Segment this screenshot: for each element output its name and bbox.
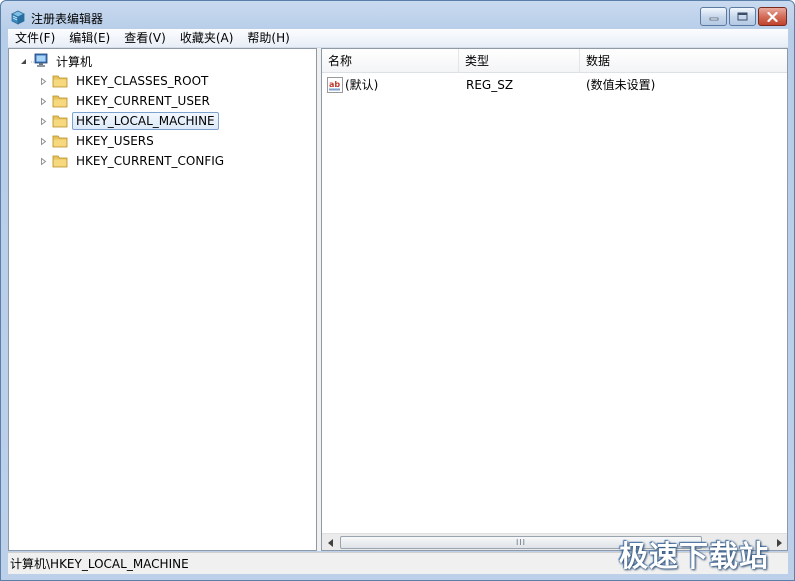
scroll-left-button[interactable]	[322, 534, 339, 550]
tree-node-hkey-current-user[interactable]: HKEY_CURRENT_USER	[39, 92, 214, 110]
registry-tree[interactable]: 计算机 HKEY_CLASSES_ROOT HKEY_CURRENT_USER …	[8, 48, 317, 551]
folder-icon	[52, 155, 68, 168]
registry-editor-window: 注册表编辑器 文件(F) 编辑(E) 查看(V) 收藏夹(A) 帮助(H) 计算…	[0, 0, 795, 581]
maximize-button[interactable]	[729, 7, 756, 26]
tree-node-hkey-local-machine[interactable]: HKEY_LOCAL_MACHINE	[39, 112, 219, 130]
maximize-icon	[737, 12, 748, 21]
collapsed-arrow-icon[interactable]	[39, 77, 48, 86]
tree-node-label-selected: HKEY_LOCAL_MACHINE	[72, 112, 219, 130]
regedit-cube-icon	[11, 10, 25, 25]
folder-icon	[52, 115, 68, 128]
svg-text:ab: ab	[329, 80, 340, 89]
folder-icon	[52, 135, 68, 148]
column-header-data[interactable]: 数据	[580, 49, 787, 73]
watermark-text: 极速下载站	[619, 539, 770, 573]
close-icon	[767, 11, 778, 22]
title-bar[interactable]: 注册表编辑器	[1, 1, 794, 31]
collapsed-arrow-icon[interactable]	[39, 137, 48, 146]
tree-node-label: HKEY_CURRENT_USER	[76, 94, 210, 108]
values-list[interactable]: 名称 类型 数据 ab (默认) REG_SZ (数值未设置) III	[321, 48, 788, 551]
menu-favorites[interactable]: 收藏夹(A)	[173, 29, 241, 48]
scroll-right-icon	[776, 538, 782, 547]
value-name: (默认)	[345, 78, 379, 92]
tree-node-hkey-current-config[interactable]: HKEY_CURRENT_CONFIG	[39, 152, 228, 170]
scroll-right-button[interactable]	[770, 534, 787, 550]
tree-node-label: HKEY_CURRENT_CONFIG	[76, 154, 225, 168]
computer-icon	[31, 53, 48, 67]
minimize-icon	[709, 17, 718, 20]
scroll-left-icon	[327, 538, 333, 547]
column-header-name[interactable]: 名称	[322, 49, 459, 73]
menu-view[interactable]: 查看(V)	[117, 29, 173, 48]
column-header: 名称 类型 数据	[322, 49, 787, 73]
folder-icon	[52, 75, 68, 88]
tree-node-hkey-users[interactable]: HKEY_USERS	[39, 132, 158, 150]
menu-bar: 文件(F) 编辑(E) 查看(V) 收藏夹(A) 帮助(H)	[8, 29, 788, 48]
minimize-button[interactable]	[700, 7, 727, 26]
menu-edit[interactable]: 编辑(E)	[62, 29, 117, 48]
scrollbar-grip: III	[515, 538, 527, 547]
tree-node-label: HKEY_CLASSES_ROOT	[76, 74, 209, 88]
client-area: 计算机 HKEY_CLASSES_ROOT HKEY_CURRENT_USER …	[8, 48, 788, 551]
list-item[interactable]: ab (默认) REG_SZ (数值未设置)	[322, 75, 787, 95]
expanded-arrow-icon[interactable]	[19, 57, 28, 66]
string-value-icon: ab	[327, 77, 343, 93]
value-type: REG_SZ	[466, 78, 514, 92]
collapsed-arrow-icon[interactable]	[39, 117, 48, 126]
window-title: 注册表编辑器	[31, 12, 104, 26]
menu-help[interactable]: 帮助(H)	[240, 29, 296, 48]
tree-node-hkey-classes-root[interactable]: HKEY_CLASSES_ROOT	[39, 72, 212, 90]
menu-file[interactable]: 文件(F)	[8, 29, 62, 48]
collapsed-arrow-icon[interactable]	[39, 97, 48, 106]
tree-node-computer[interactable]: 计算机	[19, 52, 96, 70]
tree-node-label: HKEY_USERS	[76, 134, 154, 148]
value-data: (数值未设置)	[586, 78, 656, 92]
collapsed-arrow-icon[interactable]	[39, 157, 48, 166]
close-button[interactable]	[758, 7, 787, 26]
column-header-type[interactable]: 类型	[459, 49, 580, 73]
folder-icon	[52, 95, 68, 108]
tree-root-label: 计算机	[56, 54, 93, 69]
status-path: 计算机\HKEY_LOCAL_MACHINE	[10, 557, 189, 571]
